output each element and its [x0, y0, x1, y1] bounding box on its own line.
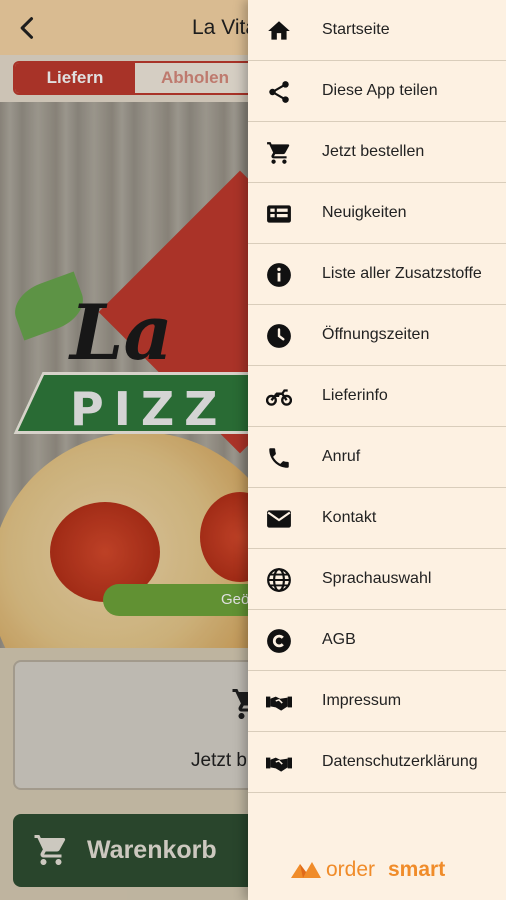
- menu-item-startseite[interactable]: Startseite: [248, 0, 506, 61]
- brand-word-smart: smart: [388, 858, 446, 881]
- globe-icon: [266, 567, 292, 593]
- menu-item-label: Liste aller Zusatzstoffe: [322, 265, 482, 282]
- menu-item-news[interactable]: Neuigkeiten: [248, 183, 506, 244]
- home-icon: [266, 18, 292, 44]
- menu-item-language[interactable]: Sprachauswahl: [248, 549, 506, 610]
- cart-icon: [266, 140, 292, 166]
- order-smart-logo-icon: [290, 860, 322, 880]
- menu-item-label: Anruf: [322, 448, 361, 465]
- menu-item-share[interactable]: Diese App teilen: [248, 61, 506, 122]
- menu-item-label: Lieferinfo: [322, 387, 388, 404]
- share-icon: [266, 79, 292, 105]
- menu-item-label: Sprachauswahl: [322, 570, 432, 587]
- brand-word-order: order: [326, 858, 376, 881]
- menu-item-contact[interactable]: Kontakt: [248, 488, 506, 549]
- menu-item-label: Diese App teilen: [322, 82, 438, 99]
- menu-item-opening-hours[interactable]: Öffnungszeiten: [248, 305, 506, 366]
- menu-item-terms[interactable]: AGB: [248, 610, 506, 671]
- menu-item-label: Öffnungszeiten: [322, 326, 430, 343]
- handshake-icon: [266, 689, 292, 715]
- phone-icon: [266, 445, 292, 471]
- menu-item-label: Impressum: [322, 692, 402, 709]
- menu-item-label: Datenschutzerklärung: [322, 753, 478, 770]
- menu-item-delivery-info[interactable]: Lieferinfo: [248, 366, 506, 427]
- mail-icon: [266, 506, 292, 532]
- motorbike-icon: [266, 384, 292, 410]
- menu-item-label: Startseite: [322, 21, 390, 38]
- news-icon: [266, 201, 292, 227]
- menu-item-order[interactable]: Jetzt bestellen: [248, 122, 506, 183]
- menu-item-call[interactable]: Anruf: [248, 427, 506, 488]
- copyright-icon: [266, 628, 292, 654]
- handshake-icon: [266, 750, 292, 776]
- info-icon: [266, 262, 292, 288]
- menu-item-label: AGB: [322, 631, 356, 648]
- menu-item-additives[interactable]: Liste aller Zusatzstoffe: [248, 244, 506, 305]
- menu-item-label: Kontakt: [322, 509, 377, 526]
- menu-item-privacy[interactable]: Datenschutzerklärung: [248, 732, 506, 793]
- menu-item-label: Jetzt bestellen: [322, 143, 425, 160]
- menu-item-label: Neuigkeiten: [322, 204, 407, 221]
- menu-item-imprint[interactable]: Impressum: [248, 671, 506, 732]
- navigation-drawer: Startseite Diese App teilen Jetzt bestel…: [248, 0, 506, 900]
- clock-icon: [266, 323, 292, 349]
